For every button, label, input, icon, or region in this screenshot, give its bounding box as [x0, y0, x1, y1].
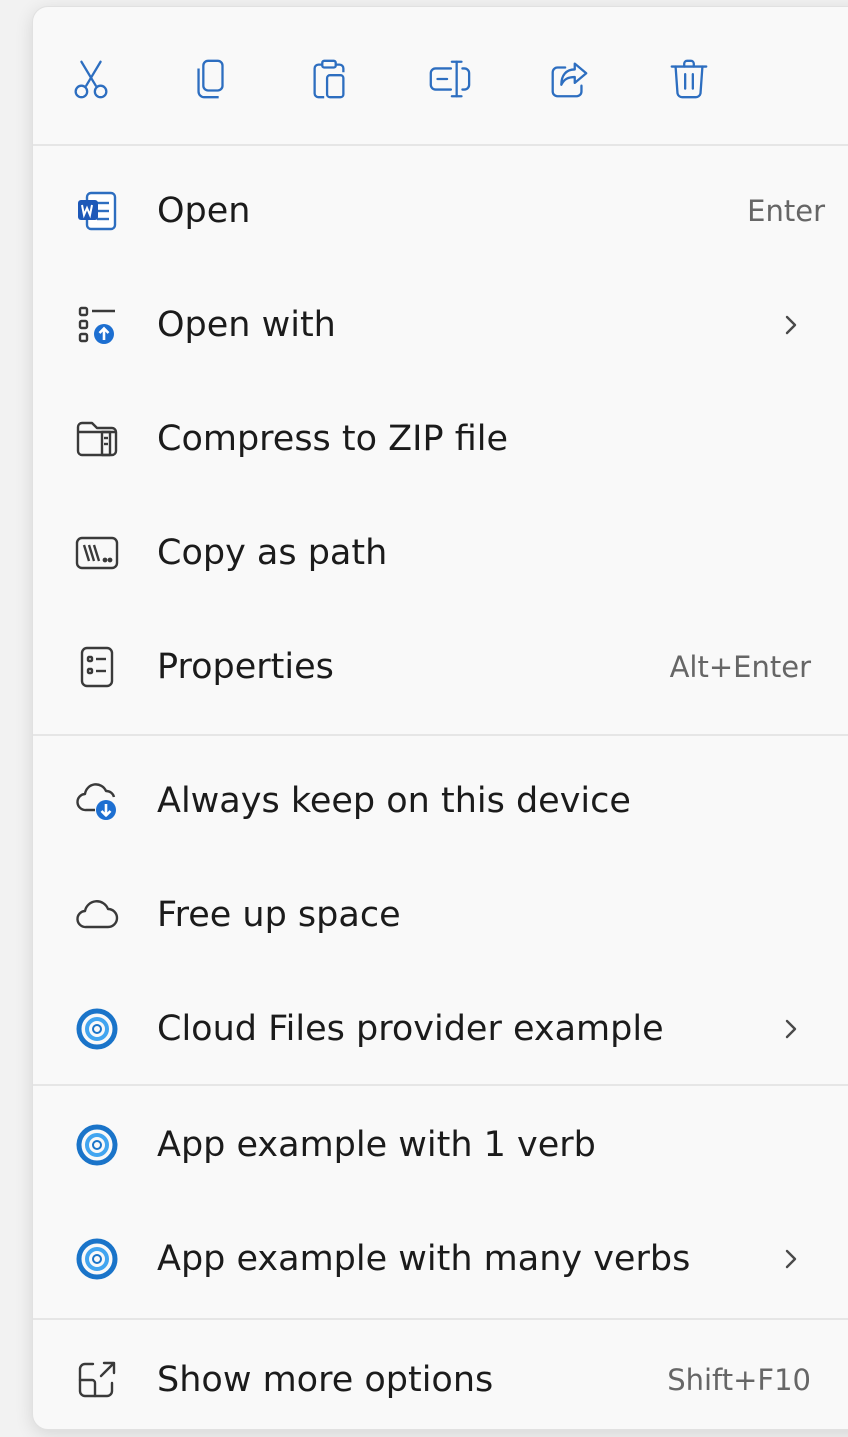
menu-item-label: Cloud Files provider example: [157, 1009, 664, 1049]
copy-path-icon: [71, 527, 123, 579]
trash-icon: [670, 59, 708, 99]
menu-item-open[interactable]: Open Enter: [33, 154, 848, 268]
word-document-icon: [71, 185, 123, 237]
cut-button[interactable]: [63, 51, 119, 107]
paste-button[interactable]: [301, 51, 357, 107]
menu-item-free-up-space[interactable]: Free up space: [33, 858, 848, 972]
menu-item-label: Free up space: [157, 895, 401, 935]
share-icon: [551, 62, 588, 98]
menu-item-show-more-options[interactable]: Show more options Shift+F10: [33, 1323, 848, 1437]
separator: [33, 144, 848, 146]
menu-item-compress-zip[interactable]: Compress to ZIP file: [33, 382, 848, 496]
properties-icon: [71, 641, 123, 693]
copy-button[interactable]: [183, 51, 239, 107]
menu-item-label: App example with 1 verb: [157, 1125, 596, 1165]
context-menu: Open Enter Open with Compress to ZIP fil…: [32, 6, 848, 1430]
menu-item-open-with[interactable]: Open with: [33, 268, 848, 382]
separator: [33, 1084, 848, 1086]
cloud-download-icon: [71, 775, 123, 827]
scissors-icon: [74, 60, 108, 99]
delete-button[interactable]: [661, 51, 717, 107]
menu-item-always-keep[interactable]: Always keep on this device: [33, 744, 848, 858]
open-with-icon: [71, 299, 123, 351]
menu-item-label: Show more options: [157, 1360, 494, 1400]
app-ring-icon: [71, 1233, 123, 1285]
accelerator-text: Enter: [747, 194, 825, 228]
separator: [33, 734, 848, 736]
cloud-icon: [71, 889, 123, 941]
copy-icon: [197, 59, 224, 99]
chevron-right-icon: [785, 1249, 797, 1269]
menu-item-copy-as-path[interactable]: Copy as path: [33, 496, 848, 610]
menu-item-label: App example with many verbs: [157, 1239, 691, 1279]
app-ring-icon: [71, 1119, 123, 1171]
menu-item-label: Compress to ZIP file: [157, 419, 509, 459]
rename-icon: [429, 60, 471, 98]
chevron-right-icon: [785, 315, 797, 335]
app-ring-icon: [71, 1003, 123, 1055]
menu-item-label: Always keep on this device: [157, 781, 631, 821]
accelerator-text: Shift+F10: [667, 1363, 811, 1397]
show-more-icon: [71, 1354, 123, 1406]
share-button[interactable]: [541, 51, 597, 107]
menu-item-label: Properties: [157, 647, 334, 687]
accelerator-text: Alt+Enter: [669, 650, 811, 684]
rename-button[interactable]: [421, 51, 477, 107]
menu-item-cloud-files-provider[interactable]: Cloud Files provider example: [33, 972, 848, 1086]
paste-icon: [313, 59, 345, 99]
menu-item-label: Copy as path: [157, 533, 388, 573]
menu-item-app-one-verb[interactable]: App example with 1 verb: [33, 1088, 848, 1202]
zip-folder-icon: [71, 413, 123, 465]
menu-item-properties[interactable]: Properties Alt+Enter: [33, 610, 848, 724]
chevron-right-icon: [785, 1019, 797, 1039]
menu-item-app-many-verbs[interactable]: App example with many verbs: [33, 1202, 848, 1316]
menu-item-label: Open with: [157, 305, 336, 345]
menu-item-label: Open: [157, 191, 251, 231]
separator: [33, 1318, 848, 1320]
command-toolbar: [33, 7, 848, 145]
